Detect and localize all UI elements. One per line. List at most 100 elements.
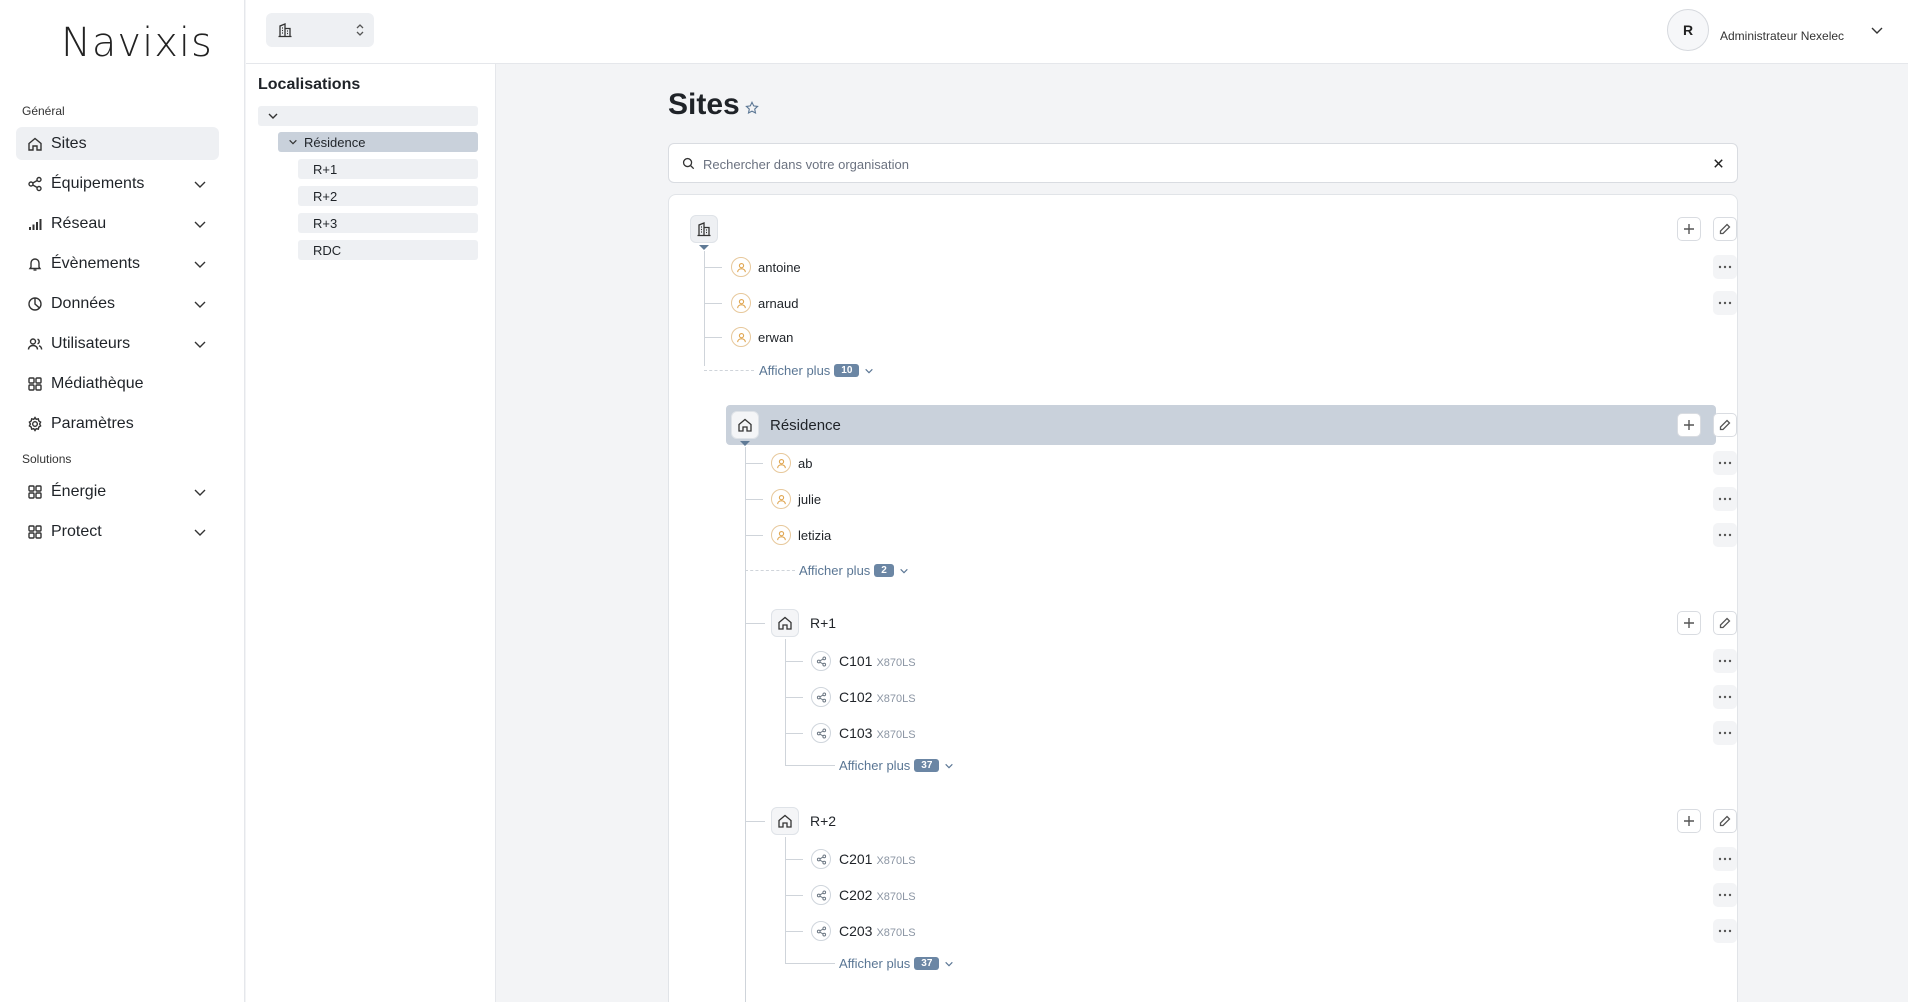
- show-more-link[interactable]: Afficher plus 37: [839, 758, 954, 773]
- equipment-name: C203: [839, 923, 873, 939]
- sidebar-item-reseau[interactable]: Réseau: [16, 207, 219, 240]
- add-button[interactable]: [1677, 611, 1701, 635]
- chevron-down-icon[interactable]: [193, 485, 207, 499]
- sidebar-item-label: Protect: [51, 522, 102, 540]
- more-options-button[interactable]: [1713, 685, 1737, 709]
- edit-button[interactable]: [1713, 217, 1737, 241]
- loc-item-residence[interactable]: Résidence: [278, 132, 478, 152]
- user-name[interactable]: Administrateur Nexelec: [1720, 29, 1844, 43]
- search-bar: [668, 143, 1738, 183]
- search-input[interactable]: [703, 153, 1683, 175]
- more-options-button[interactable]: [1713, 847, 1737, 871]
- loc-item-r2[interactable]: R+2: [298, 186, 478, 206]
- user-icon: [731, 293, 751, 313]
- equipment-item[interactable]: C103 X870LS: [839, 725, 916, 741]
- tree-line: [704, 303, 722, 304]
- sites-tree: antoine arnaud erwan Afficher plus 10 Ré…: [668, 194, 1738, 1002]
- pencil-icon: [1719, 419, 1731, 431]
- user-label[interactable]: erwan: [758, 330, 793, 345]
- sidebar-item-sites[interactable]: Sites: [16, 127, 219, 160]
- avatar[interactable]: R: [1667, 9, 1709, 51]
- edit-button[interactable]: [1713, 413, 1737, 437]
- add-button[interactable]: [1677, 217, 1701, 241]
- loc-item-r1[interactable]: R+1: [298, 159, 478, 179]
- sidebar-item-utilisateurs[interactable]: Utilisateurs: [16, 327, 219, 360]
- sidebar-item-energie[interactable]: Énergie: [16, 475, 219, 508]
- show-more-link[interactable]: Afficher plus 2: [799, 563, 909, 578]
- chevron-down-icon[interactable]: [193, 217, 207, 231]
- show-more-label: Afficher plus: [839, 758, 911, 773]
- floor-label[interactable]: R+1: [810, 615, 836, 631]
- more-horizontal-icon: [1718, 659, 1732, 663]
- home-icon: [738, 418, 752, 432]
- chevron-down-icon[interactable]: [193, 297, 207, 311]
- loc-root-row[interactable]: [258, 106, 478, 126]
- residence-node-icon[interactable]: [731, 411, 759, 439]
- more-options-button[interactable]: [1713, 919, 1737, 943]
- more-options-button[interactable]: [1713, 883, 1737, 907]
- equipment-item[interactable]: C202 X870LS: [839, 887, 916, 903]
- more-options-button[interactable]: [1713, 255, 1737, 279]
- equipment-item[interactable]: C102 X870LS: [839, 689, 916, 705]
- user-label[interactable]: julie: [798, 492, 821, 507]
- tree-line: [745, 570, 795, 571]
- close-icon[interactable]: [1712, 157, 1725, 170]
- chevron-down-icon[interactable]: [193, 337, 207, 351]
- equipment-icon: [811, 723, 831, 743]
- organization-select[interactable]: [266, 13, 374, 47]
- tree-line: [785, 837, 786, 963]
- home-icon: [28, 137, 42, 151]
- sidebar-item-parametres[interactable]: Paramètres: [16, 407, 219, 440]
- add-button[interactable]: [1677, 809, 1701, 833]
- sidebar-item-equipements[interactable]: Équipements: [16, 167, 219, 200]
- star-icon[interactable]: [745, 101, 759, 115]
- floor-label[interactable]: R+2: [810, 813, 836, 829]
- sidebar-item-protect[interactable]: Protect: [16, 515, 219, 548]
- edit-button[interactable]: [1713, 809, 1737, 833]
- equipment-item[interactable]: C101 X870LS: [839, 653, 916, 669]
- edit-button[interactable]: [1713, 611, 1737, 635]
- chevron-down-icon[interactable]: [288, 137, 298, 147]
- chevron-down-icon[interactable]: [1870, 23, 1884, 37]
- equipment-item[interactable]: C203 X870LS: [839, 923, 916, 939]
- tree-line: [704, 370, 754, 371]
- expand-caret[interactable]: [699, 245, 709, 250]
- chevron-down-icon[interactable]: [193, 525, 207, 539]
- chevron-down-icon[interactable]: [193, 257, 207, 271]
- user-label[interactable]: arnaud: [758, 296, 798, 311]
- count-badge: 37: [914, 759, 940, 772]
- show-more-link[interactable]: Afficher plus 37: [839, 956, 954, 971]
- residence-label[interactable]: Résidence: [770, 417, 841, 434]
- count-badge: 37: [914, 957, 940, 970]
- add-button[interactable]: [1677, 413, 1701, 437]
- org-node-icon[interactable]: [690, 215, 718, 243]
- show-more-link[interactable]: Afficher plus 10: [759, 363, 874, 378]
- loc-item-r3[interactable]: R+3: [298, 213, 478, 233]
- residence-row[interactable]: [726, 405, 1716, 445]
- equipment-icon: [811, 885, 831, 905]
- user-label[interactable]: antoine: [758, 260, 801, 275]
- sidebar-item-evenements[interactable]: Évènements: [16, 247, 219, 280]
- tree-line: [745, 821, 765, 822]
- tree-line: [745, 499, 763, 500]
- chevron-down-icon[interactable]: [267, 110, 279, 122]
- tree-line: [704, 267, 722, 268]
- more-options-button[interactable]: [1713, 721, 1737, 745]
- more-options-button[interactable]: [1713, 523, 1737, 547]
- user-label[interactable]: letizia: [798, 528, 831, 543]
- more-options-button[interactable]: [1713, 291, 1737, 315]
- more-options-button[interactable]: [1713, 487, 1737, 511]
- sidebar-item-label: Paramètres: [51, 414, 134, 432]
- floor-node-icon[interactable]: [771, 609, 799, 637]
- sidebar-item-mediatheque[interactable]: Médiathèque: [16, 367, 219, 400]
- user-label[interactable]: ab: [798, 456, 812, 471]
- chevron-down-icon[interactable]: [193, 177, 207, 191]
- expand-caret[interactable]: [740, 441, 750, 446]
- floor-node-icon[interactable]: [771, 807, 799, 835]
- sidebar-item-donnees[interactable]: Données: [16, 287, 219, 320]
- equipment-item[interactable]: C201 X870LS: [839, 851, 916, 867]
- equipment-icon: [811, 849, 831, 869]
- more-options-button[interactable]: [1713, 451, 1737, 475]
- more-options-button[interactable]: [1713, 649, 1737, 673]
- loc-item-rdc[interactable]: RDC: [298, 240, 478, 260]
